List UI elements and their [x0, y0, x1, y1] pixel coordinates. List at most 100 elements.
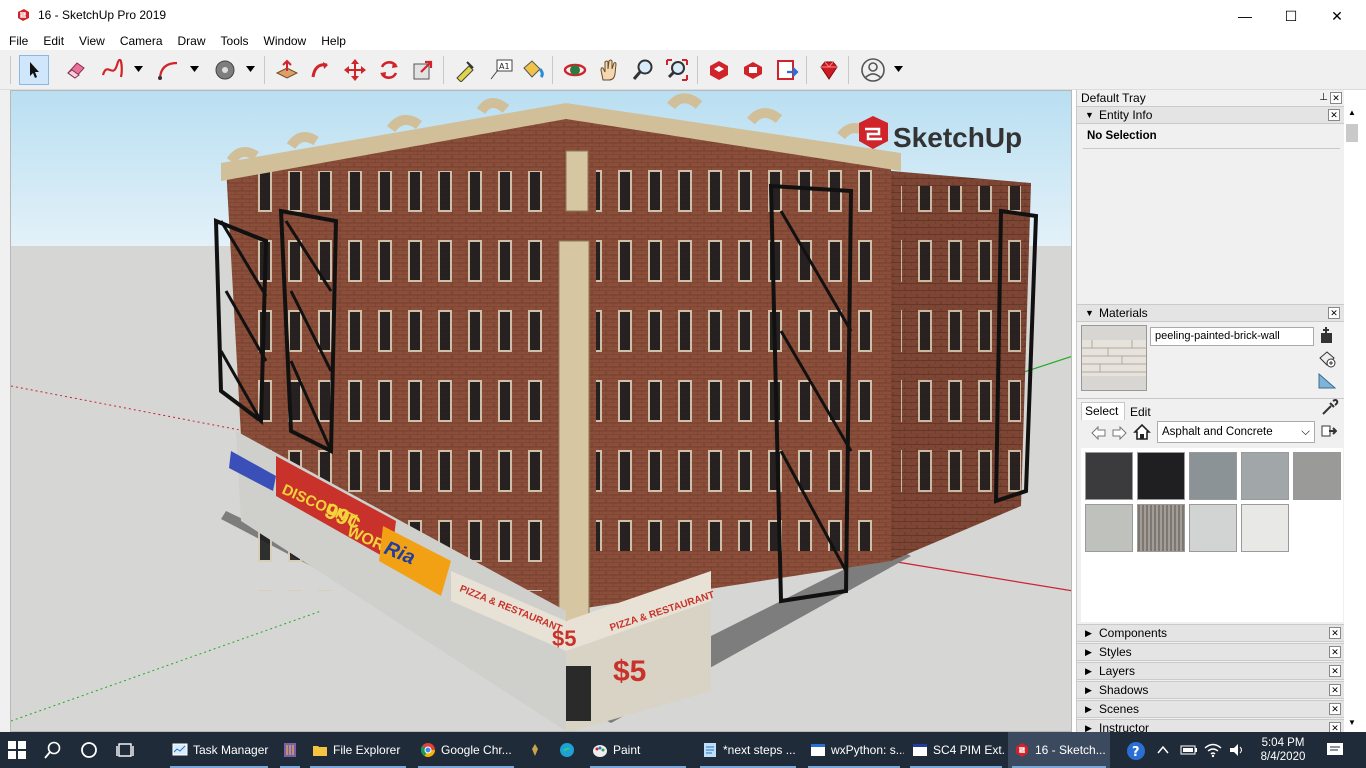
taskbar-item[interactable]: Google Chr...: [414, 732, 518, 768]
wifi-button[interactable]: [1204, 742, 1222, 758]
cortana-button[interactable]: [80, 741, 98, 759]
taskbar-item[interactable]: [276, 732, 304, 768]
scrollbar-thumb[interactable]: [1346, 124, 1358, 142]
eraser-tool-button[interactable]: [61, 55, 91, 85]
material-swatch[interactable]: [1293, 452, 1341, 500]
display-secondary-icon[interactable]: [1317, 372, 1337, 390]
home-button[interactable]: [1133, 423, 1151, 441]
start-button[interactable]: [8, 741, 26, 759]
create-material-icon[interactable]: [1319, 326, 1335, 344]
material-swatch[interactable]: [1085, 452, 1133, 500]
arc-tool-button[interactable]: [154, 55, 184, 85]
menu-tools[interactable]: Tools: [212, 32, 255, 50]
back-button[interactable]: [1091, 425, 1107, 441]
forward-button[interactable]: [1111, 425, 1127, 441]
rotate-tool-button[interactable]: [374, 55, 404, 85]
task-view-button[interactable]: [116, 741, 134, 759]
help-tray-button[interactable]: ?: [1126, 741, 1146, 761]
panel-close-icon[interactable]: ✕: [1328, 109, 1340, 121]
tab-select[interactable]: Select: [1081, 402, 1125, 420]
pan-tool-button[interactable]: [594, 55, 624, 85]
panel-close-icon[interactable]: ✕: [1329, 627, 1341, 639]
sample-paint-button[interactable]: [1321, 398, 1339, 416]
taskbar-item[interactable]: wxPython: s...: [804, 732, 904, 768]
maximize-button[interactable]: ☐: [1268, 0, 1314, 32]
components-header[interactable]: ▶ Components ✕: [1077, 624, 1345, 642]
ruby-console-button[interactable]: [814, 55, 844, 85]
pin-icon[interactable]: ⊥: [1319, 90, 1328, 106]
freehand-tool-button[interactable]: [98, 55, 128, 85]
layers-header[interactable]: ▶ Layers ✕: [1077, 662, 1345, 680]
follow-me-tool-button[interactable]: [306, 55, 336, 85]
panel-close-icon[interactable]: ✕: [1329, 684, 1341, 696]
scroll-down-icon[interactable]: ▼: [1346, 718, 1358, 730]
materials-header[interactable]: ▼ Materials ✕: [1077, 304, 1344, 322]
menu-camera[interactable]: Camera: [111, 32, 169, 50]
material-swatch[interactable]: [1241, 452, 1289, 500]
taskbar-item-active[interactable]: 16 - Sketch...: [1008, 732, 1110, 768]
taskbar-item[interactable]: Task Manager: [166, 732, 272, 768]
select-tool-button[interactable]: [19, 55, 49, 85]
search-button[interactable]: [44, 741, 62, 759]
taskbar-item[interactable]: SC4 PIM Ext...: [906, 732, 1006, 768]
text-tool-button[interactable]: A1: [486, 55, 516, 85]
material-swatch[interactable]: [1137, 452, 1185, 500]
tray-close-icon[interactable]: ✕: [1330, 92, 1342, 104]
account-dropdown[interactable]: [893, 62, 903, 76]
minimize-button[interactable]: —: [1222, 0, 1268, 32]
circle-dropdown[interactable]: [245, 62, 255, 76]
zoom-extents-tool-button[interactable]: [662, 55, 692, 85]
push-pull-tool-button[interactable]: [272, 55, 302, 85]
tab-edit[interactable]: Edit: [1127, 404, 1167, 420]
notifications-button[interactable]: [1326, 742, 1344, 758]
entity-info-header[interactable]: ▼ Entity Info ✕: [1077, 106, 1344, 124]
material-name-input[interactable]: peeling-painted-brick-wall: [1150, 327, 1314, 346]
close-button[interactable]: ✕: [1314, 0, 1360, 32]
panel-close-icon[interactable]: ✕: [1329, 703, 1341, 715]
menu-edit[interactable]: Edit: [34, 32, 70, 50]
3d-warehouse-button[interactable]: [704, 55, 734, 85]
scenes-header[interactable]: ▶ Scenes ✕: [1077, 700, 1345, 718]
material-swatch[interactable]: [1137, 504, 1185, 552]
account-button[interactable]: [858, 55, 888, 85]
tray-scrollbar[interactable]: ▲ ▼: [1344, 90, 1366, 732]
tape-measure-tool-button[interactable]: [450, 55, 480, 85]
taskbar-item[interactable]: [552, 732, 582, 768]
menu-draw[interactable]: Draw: [169, 32, 212, 50]
arc-dropdown[interactable]: [189, 62, 199, 76]
scroll-up-icon[interactable]: ▲: [1346, 108, 1358, 120]
freehand-dropdown[interactable]: [133, 62, 143, 76]
extension-warehouse-button[interactable]: [738, 55, 768, 85]
details-button[interactable]: [1321, 423, 1338, 439]
circle-tool-button[interactable]: [210, 55, 240, 85]
panel-close-icon[interactable]: ✕: [1328, 307, 1340, 319]
volume-button[interactable]: [1228, 742, 1246, 758]
material-swatch[interactable]: [1085, 504, 1133, 552]
modeling-viewport[interactable]: DISCOUNT 99¢ WORLD Ria PIZZA & RESTAURAN…: [10, 90, 1072, 732]
taskbar-item[interactable]: *next steps ...: [696, 732, 800, 768]
clock[interactable]: 5:04 PM 8/4/2020: [1250, 736, 1316, 764]
menu-file[interactable]: File: [0, 32, 34, 50]
material-swatch[interactable]: [1189, 452, 1237, 500]
zoom-tool-button[interactable]: [628, 55, 658, 85]
sample-paint-icon[interactable]: [1317, 350, 1337, 368]
orbit-tool-button[interactable]: [560, 55, 590, 85]
menu-window[interactable]: Window: [255, 32, 313, 50]
styles-header[interactable]: ▶ Styles ✕: [1077, 643, 1345, 661]
scale-tool-button[interactable]: [408, 55, 438, 85]
menu-help[interactable]: Help: [312, 32, 352, 50]
show-hidden-icons-button[interactable]: [1156, 743, 1170, 757]
material-swatch[interactable]: [1189, 504, 1237, 552]
shadows-header[interactable]: ▶ Shadows ✕: [1077, 681, 1345, 699]
paint-tool-button[interactable]: [518, 55, 548, 85]
panel-close-icon[interactable]: ✕: [1329, 665, 1341, 677]
taskbar-item[interactable]: File Explorer: [306, 732, 410, 768]
panel-close-icon[interactable]: ✕: [1329, 646, 1341, 658]
material-swatch[interactable]: [1241, 504, 1289, 552]
send-to-layout-button[interactable]: [772, 55, 802, 85]
taskbar-item[interactable]: Paint: [586, 732, 690, 768]
menu-view[interactable]: View: [70, 32, 111, 50]
taskbar-item[interactable]: [520, 732, 550, 768]
collection-select[interactable]: Asphalt and Concrete ⌵: [1157, 421, 1315, 443]
move-tool-button[interactable]: [340, 55, 370, 85]
